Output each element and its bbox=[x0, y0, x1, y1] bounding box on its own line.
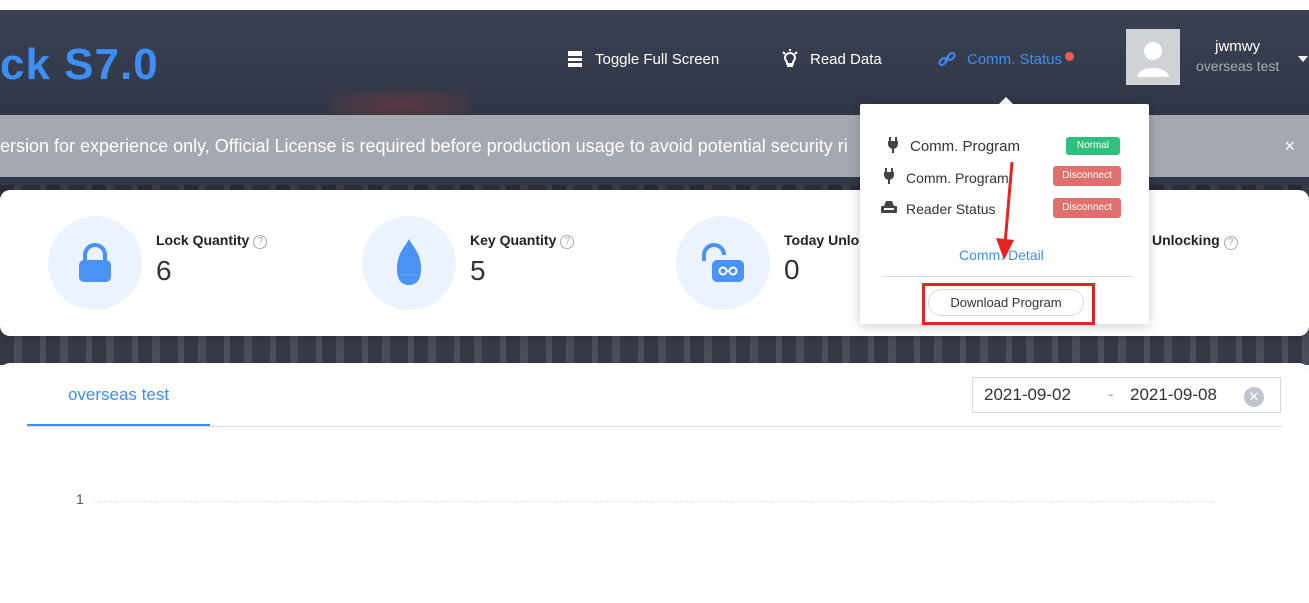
chevron-down-icon[interactable] bbox=[1298, 56, 1308, 62]
status-badge-disconnect: Disconnect bbox=[1053, 166, 1121, 186]
status-badge-normal: Normal bbox=[1066, 137, 1120, 155]
comm-status-label: Comm. Status bbox=[967, 50, 1063, 68]
stat-lock-quantity: Lock Quantity? 6 bbox=[48, 216, 268, 310]
user-name: jwmwy bbox=[1215, 38, 1261, 55]
help-icon[interactable]: ? bbox=[1223, 236, 1238, 250]
date-end[interactable]: 2021-09-08 bbox=[1130, 385, 1240, 405]
lock-icon bbox=[48, 216, 142, 310]
plug-icon bbox=[880, 168, 898, 187]
toggle-fullscreen-button[interactable]: Toggle Full Screen bbox=[565, 45, 719, 73]
user-menu[interactable]: jwmwy overseas test bbox=[1126, 29, 1279, 85]
clear-icon[interactable]: ✕ bbox=[1244, 387, 1264, 407]
key-icon bbox=[362, 216, 456, 310]
stat-today-info: Today Unlo 0 bbox=[784, 216, 859, 310]
reader-status-label: Reader Status bbox=[906, 200, 996, 217]
download-program-button[interactable]: Download Program bbox=[928, 289, 1084, 316]
comm-program-label-1: Comm. Program bbox=[910, 138, 1021, 155]
annotation-arrow-icon bbox=[996, 161, 1014, 260]
comm-status-button[interactable]: Comm. Status bbox=[937, 45, 1075, 73]
stat-lock-value: 6 bbox=[156, 255, 172, 286]
date-separator: - bbox=[1108, 385, 1114, 404]
stat-unlocking-label: Unlocking bbox=[1152, 232, 1220, 248]
help-icon[interactable]: ? bbox=[253, 235, 268, 249]
bulb-icon bbox=[780, 49, 800, 69]
toggle-fullscreen-label: Toggle Full Screen bbox=[595, 50, 720, 68]
stat-today-value: 0 bbox=[784, 254, 800, 285]
stat-lock-label: Lock Quantity bbox=[156, 232, 250, 248]
user-text: jwmwy overseas test bbox=[1196, 38, 1279, 76]
stat-lock-info: Lock Quantity? 6 bbox=[156, 216, 268, 310]
stat-key-quantity: Key Quantity? 5 bbox=[362, 216, 575, 310]
avatar bbox=[1126, 29, 1180, 85]
link-icon bbox=[937, 49, 957, 69]
stat-lock-label-row: Lock Quantity? bbox=[156, 232, 268, 249]
stat-key-label-row: Key Quantity? bbox=[470, 232, 575, 249]
stat-unlocking-label-row: Unlocking? bbox=[1152, 232, 1238, 250]
app-title: ck S7.0 bbox=[0, 40, 159, 89]
tab-divider bbox=[27, 426, 1282, 427]
fullscreen-icon bbox=[565, 49, 585, 69]
read-data-label: Read Data bbox=[810, 50, 882, 68]
comm-program-row-1: Comm. Program bbox=[884, 137, 1020, 156]
user-org: overseas test bbox=[1196, 58, 1280, 74]
status-badge-disconnect: Disconnect bbox=[1053, 198, 1121, 218]
chart-gridline bbox=[94, 501, 1214, 502]
unlock-icon bbox=[676, 216, 770, 310]
stat-key-value: 5 bbox=[470, 255, 486, 286]
tab-overseas-test[interactable]: overseas test bbox=[27, 363, 210, 427]
plug-icon bbox=[884, 137, 902, 156]
notification-dot bbox=[1065, 51, 1075, 61]
help-icon[interactable]: ? bbox=[560, 235, 575, 249]
date-range-picker[interactable]: 2021-09-02 - 2021-09-08 ✕ bbox=[972, 377, 1281, 413]
stat-today-label: Today Unlo bbox=[784, 232, 860, 248]
license-notice-text: ersion for experience only, Official Lic… bbox=[0, 136, 848, 156]
read-data-button[interactable]: Read Data bbox=[780, 45, 882, 73]
date-start[interactable]: 2021-09-02 bbox=[984, 385, 1094, 405]
stat-key-label: Key Quantity bbox=[470, 232, 557, 248]
stat-key-info: Key Quantity? 5 bbox=[470, 216, 575, 310]
stat-today-unlocking: Today Unlo 0 bbox=[676, 216, 859, 310]
comm-status-label-wrap: Comm. Status bbox=[967, 50, 1075, 68]
popover-divider bbox=[883, 276, 1132, 277]
reader-icon bbox=[880, 200, 898, 217]
chart-panel: overseas test 2021-09-02 - 2021-09-08 ✕ … bbox=[0, 363, 1309, 603]
close-icon[interactable]: × bbox=[1284, 115, 1295, 177]
chart-y-tick: 1 bbox=[76, 491, 84, 507]
reader-status-row: Reader Status bbox=[880, 200, 996, 217]
